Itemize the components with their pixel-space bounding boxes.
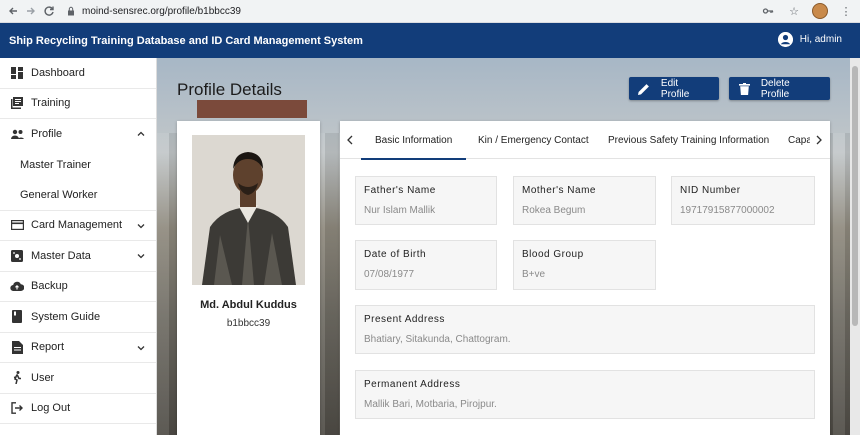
field-label: NID Number (680, 185, 741, 196)
dashboard-icon (10, 66, 24, 80)
sidebar-item-backup[interactable]: Backup (0, 272, 156, 302)
chevron-up-icon (137, 131, 145, 136)
sidebar-item-training[interactable]: Training (0, 89, 156, 119)
nid-number-field: NID Number 19717915877000002 (671, 176, 815, 225)
sidebar-item-report[interactable]: Report (0, 333, 156, 363)
field-label: Mother's Name (522, 185, 596, 196)
field-value: 07/08/1977 (364, 269, 415, 280)
delete-profile-button[interactable]: Delete Profile (729, 77, 830, 100)
sidebar-item-label: Card Management (31, 219, 123, 232)
sidebar-item-label: System Guide (31, 310, 101, 323)
main-content: Profile Details Edit Profile Delete Prof… (157, 58, 860, 435)
tab-previous-safety-training[interactable]: Previous Safety Training Information (608, 121, 769, 159)
sidebar-item-profile[interactable]: Profile (0, 119, 156, 150)
sidebar-item-label: Training (31, 97, 71, 110)
chevron-down-icon (137, 254, 145, 259)
sidebar-item-label: Backup (31, 280, 68, 293)
sidebar-item-card-management[interactable]: Card Management (0, 211, 156, 241)
training-icon (10, 96, 24, 110)
mother-name-field: Mother's Name Rokea Begum (513, 176, 656, 225)
sidebar-item-user[interactable]: User (0, 363, 156, 394)
sidebar-item-dashboard[interactable]: Dashboard (0, 58, 156, 89)
tab-bar: Basic Information Kin / Emergency Contac… (340, 121, 830, 160)
sidebar-item-logout[interactable]: Log Out (0, 394, 156, 424)
user-greeting: Hi, admin (799, 34, 842, 45)
present-address-field: Present Address Bhatiary, Sitakunda, Cha… (355, 305, 815, 354)
chevron-down-icon (137, 345, 145, 350)
account-icon (777, 32, 793, 47)
sidebar-item-system-guide[interactable]: System Guide (0, 302, 156, 333)
sidebar-item-label: User (31, 371, 55, 384)
address-bar[interactable]: moind-sensrec.org/profile/b1bbcc39 (66, 2, 241, 20)
profile-id: b1bbcc39 (226, 318, 271, 329)
page-title: Profile Details (177, 80, 282, 99)
sidebar-item-master-data[interactable]: Master Data (0, 241, 156, 272)
field-value: Nur Islam Mallik (364, 205, 436, 216)
sidebar-item-general-worker[interactable]: General Worker (0, 180, 156, 211)
user-menu[interactable]: Hi, admin (777, 32, 842, 47)
page-scrollbar[interactable] (850, 58, 860, 435)
father-name-field: Father's Name Nur Islam Mallik (355, 176, 497, 225)
trash-icon (738, 82, 751, 95)
report-icon (10, 340, 24, 354)
browser-profile-avatar[interactable] (812, 3, 828, 19)
sidebar-item-label: Master Data (31, 249, 91, 262)
delete-profile-label: Delete Profile (760, 77, 790, 100)
field-value: Bhatiary, Sitakunda, Chattogram. (364, 334, 511, 345)
app-title: Ship Recycling Training Database and ID … (9, 34, 363, 47)
details-card: Basic Information Kin / Emergency Contac… (340, 121, 830, 435)
url-text: moind-sensrec.org/profile/b1bbcc39 (82, 5, 241, 17)
tab-capa[interactable]: Capa (788, 121, 810, 159)
back-icon[interactable] (4, 2, 22, 20)
field-value: 19717915877000002 (680, 205, 775, 216)
profile-photo (192, 135, 305, 285)
edit-profile-button[interactable]: Edit Profile (629, 77, 719, 100)
chevron-right-icon[interactable] (813, 133, 825, 147)
chevron-left-icon[interactable] (344, 133, 356, 147)
pencil-icon (638, 82, 651, 95)
field-value: B+ve (522, 269, 546, 280)
sidebar-item-label: Dashboard (31, 66, 85, 79)
field-value: Mallik Bari, Motbaria, Pirojpur. (364, 399, 497, 410)
field-value: Rokea Begum (522, 205, 586, 216)
cloud-upload-icon (10, 279, 24, 293)
sidebar-item-label: Master Trainer (20, 158, 91, 171)
more-icon[interactable]: ⋮ (838, 3, 854, 19)
book-icon (10, 310, 24, 324)
field-label: Blood Group (522, 249, 584, 260)
app-header: Ship Recycling Training Database and ID … (0, 23, 860, 58)
tab-basic-information[interactable]: Basic Information (360, 121, 467, 160)
profile-name: Md. Abdul Kuddus (200, 299, 297, 311)
blood-group-field: Blood Group B+ve (513, 240, 656, 290)
scrollbar-thumb[interactable] (852, 66, 858, 326)
sidebar-item-label: Log Out (31, 402, 71, 415)
reload-icon[interactable] (40, 2, 58, 20)
sidebar-item-label: Report (31, 341, 65, 354)
sidebar-item-master-trainer[interactable]: Master Trainer (0, 150, 156, 181)
sidebar-item-label: General Worker (20, 188, 98, 201)
sidebar-item-label: Profile (31, 128, 63, 141)
people-icon (10, 127, 24, 141)
walking-user-icon (10, 371, 24, 385)
field-label: Date of Birth (364, 249, 427, 260)
field-label: Father's Name (364, 185, 436, 196)
key-icon[interactable] (760, 3, 776, 19)
card-icon (10, 218, 24, 232)
lock-icon (68, 6, 74, 16)
forward-icon[interactable] (22, 2, 40, 20)
tab-kin-emergency-contact[interactable]: Kin / Emergency Contact (478, 121, 589, 159)
date-of-birth-field: Date of Birth 07/08/1977 (355, 240, 497, 290)
data-icon (10, 249, 24, 263)
logout-icon (10, 401, 24, 415)
browser-toolbar: moind-sensrec.org/profile/b1bbcc39 ☆ ⋮ (0, 0, 860, 23)
star-icon[interactable]: ☆ (786, 3, 802, 19)
field-label: Permanent Address (364, 379, 461, 390)
chevron-down-icon (137, 223, 145, 228)
sidebar: Dashboard Training Profile Master Traine… (0, 58, 157, 435)
field-label: Present Address (364, 314, 445, 325)
permanent-address-field: Permanent Address Mallik Bari, Motbaria,… (355, 370, 815, 419)
profile-card: Md. Abdul Kuddus b1bbcc39 (177, 121, 320, 435)
edit-profile-label: Edit Profile (660, 77, 690, 100)
